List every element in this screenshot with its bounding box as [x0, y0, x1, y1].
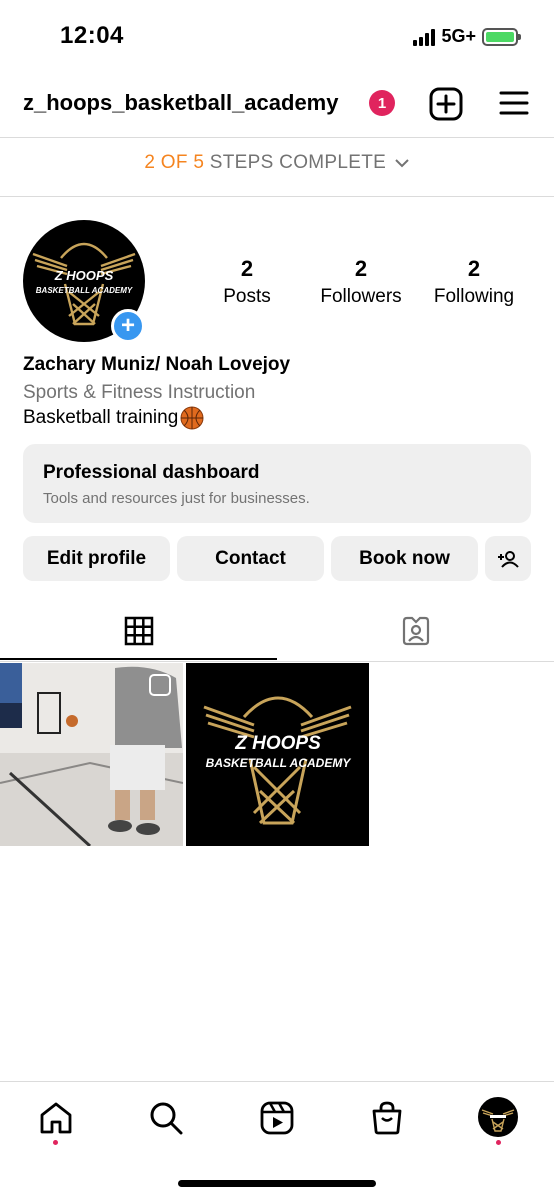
stat-following[interactable]: 2 Following [419, 256, 529, 308]
account-username[interactable]: z_hoops_basketball_academy [23, 90, 338, 116]
stat-posts-label: Posts [223, 286, 271, 307]
active-tab-indicator [0, 658, 277, 660]
steps-divider [0, 196, 554, 197]
training-photo [0, 663, 183, 846]
new-post-icon [429, 87, 463, 121]
logo-text-line2: BASKETBALL ACADEMY [36, 286, 133, 295]
academy-logo-post: Z HOOPS BASKETBALL ACADEMY [203, 696, 352, 825]
stat-posts-count: 2 [240, 256, 254, 281]
reels-icon [260, 1101, 294, 1135]
battery-icon [482, 27, 521, 46]
status-bar: 12:04 5G+ [0, 0, 554, 72]
discover-people-button[interactable] [485, 536, 531, 581]
professional-dashboard[interactable]: Professional dashboard Tools and resourc… [23, 444, 531, 523]
add-story-button[interactable]: + [111, 309, 145, 343]
basketball-icon [180, 406, 204, 430]
tabs-divider [0, 661, 554, 662]
add-person-icon [498, 550, 519, 568]
header-divider [0, 137, 554, 138]
home-icon [40, 1102, 72, 1134]
status-time: 12:04 [60, 22, 124, 49]
logo-text-line1: Z HOOPS [54, 268, 114, 283]
menu-button[interactable] [497, 88, 531, 118]
contact-button[interactable]: Contact [177, 536, 324, 581]
stat-posts[interactable]: 2 Posts [192, 256, 302, 308]
dashboard-subtitle: Tools and resources just for businesses. [43, 490, 310, 507]
dashboard-title: Professional dashboard [43, 462, 260, 483]
menu-icon [499, 91, 529, 115]
nav-reels[interactable] [255, 1098, 299, 1138]
home-indicator[interactable] [178, 1180, 376, 1187]
nav-profile[interactable] [477, 1096, 519, 1138]
display-name: Zachary Muniz/ Noah Lovejoy [23, 354, 291, 375]
post-thumbnail-logo[interactable]: Z HOOPS BASKETBALL ACADEMY [186, 663, 369, 846]
home-activity-dot [53, 1140, 58, 1145]
stat-followers-label: Followers [320, 286, 402, 307]
steps-progress[interactable]: 2 OF 5 STEPS COMPLETE [0, 152, 554, 174]
network-label: 5G+ [441, 26, 476, 46]
status-icons: 5G+ [413, 26, 521, 47]
post-logo-text-line1: Z HOOPS [234, 733, 321, 754]
post-logo-text-line2: BASKETBALL ACADEMY [206, 756, 352, 770]
notification-badge[interactable]: 1 [369, 90, 395, 116]
steps-label: STEPS COMPLETE [209, 152, 387, 173]
post-thumbnail-training[interactable] [0, 663, 183, 846]
tagged-icon [402, 616, 429, 646]
grid-icon [124, 616, 153, 646]
nav-home[interactable] [34, 1098, 78, 1138]
search-icon [150, 1102, 183, 1135]
stat-following-count: 2 [467, 256, 481, 281]
profile-avatar-icon [478, 1097, 518, 1137]
chevron-down-icon [394, 159, 409, 168]
book-now-button[interactable]: Book now [331, 536, 478, 581]
new-post-button[interactable] [428, 86, 464, 122]
tab-tagged[interactable] [277, 605, 554, 657]
stat-followers-count: 2 [354, 256, 368, 281]
profile-bio: Basketball training [23, 406, 204, 430]
signal-icon [413, 28, 436, 46]
profile-category[interactable]: Sports & Fitness Instruction [23, 382, 255, 404]
steps-count: 2 OF 5 [144, 152, 205, 173]
edit-profile-button[interactable]: Edit profile [23, 536, 170, 581]
nav-shop[interactable] [365, 1098, 409, 1138]
profile-activity-dot [496, 1140, 501, 1145]
shop-icon [372, 1101, 402, 1135]
bio-text: Basketball training [23, 407, 179, 428]
nav-search[interactable] [144, 1098, 188, 1138]
tab-posts-grid[interactable] [0, 605, 277, 657]
stat-followers[interactable]: 2 Followers [306, 256, 416, 308]
stat-following-label: Following [433, 286, 515, 307]
